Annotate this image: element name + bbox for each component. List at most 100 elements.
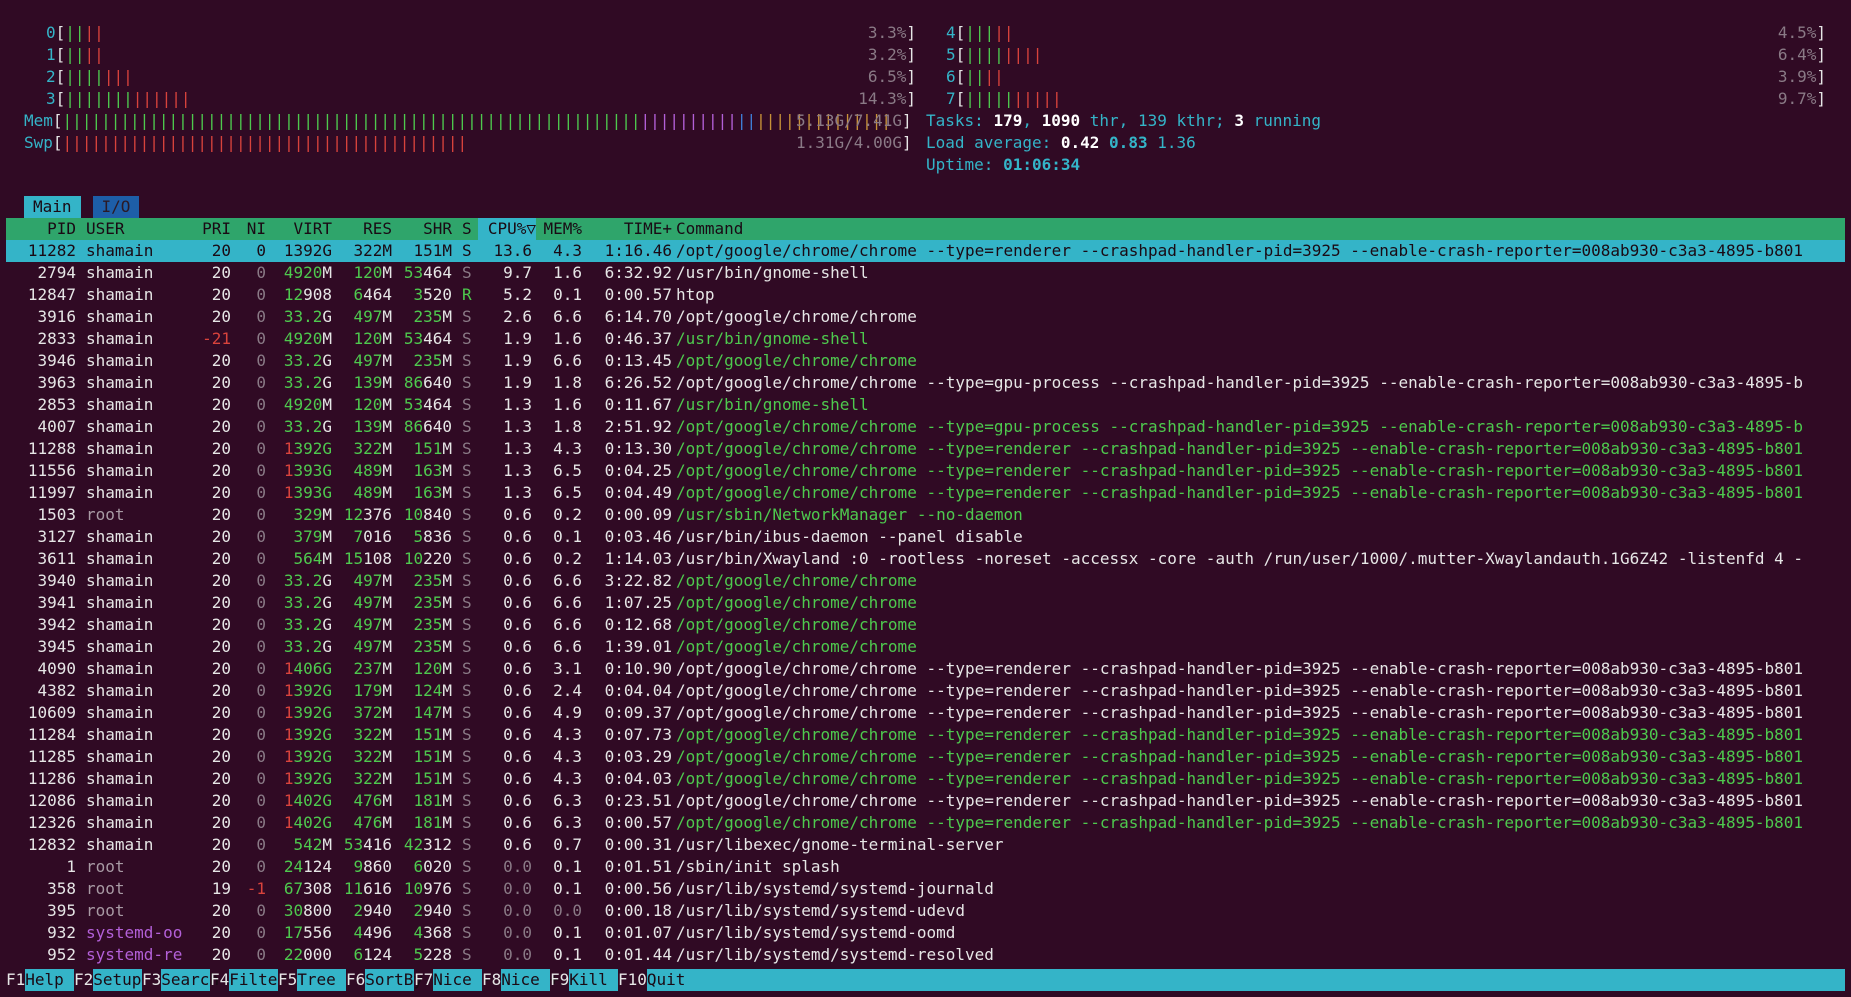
table-row[interactable]: 2833 shamain -21 0 4920M 120M 53464 S 1.9 1.6 0:46… [6, 328, 1845, 350]
cell-mem: 6.6 [553, 571, 582, 590]
col-ni[interactable]: NI [236, 218, 266, 240]
col-pri[interactable]: PRI [186, 218, 231, 240]
cell-ni: 0 [256, 571, 266, 590]
table-row[interactable]: 3916 shamain 20 0 33.2G 497M 235M S 2.6 6.6 6:14.7… [6, 306, 1845, 328]
table-row[interactable]: 12832 shamain 20 0 542M 53416 42312 S 0.6 0.7 0:00… [6, 834, 1845, 856]
table-row[interactable]: 3942 shamain 20 0 33.2G 497M 235M S 0.6 6.6 0:12.6… [6, 614, 1845, 636]
table-row[interactable]: 358 root 19 -1 67308 11616 10976 S 0.0 0.1 0:00.56… [6, 878, 1845, 900]
cell-shr: 181M [413, 791, 452, 810]
cell-cpu: 0.6 [503, 835, 532, 854]
table-row[interactable]: 11997 shamain 20 0 1393G 489M 163M S 1.3 6.5 0:04.… [6, 482, 1845, 504]
table-row[interactable]: 12326 shamain 20 0 1402G 476M 181M S 0.6 6.3 0:00.… [6, 812, 1845, 834]
cell-res: 497M [353, 637, 392, 656]
col-virt[interactable]: VIRT [266, 218, 332, 240]
cell-ni: 0 [256, 351, 266, 370]
cell-st: S [462, 263, 472, 282]
cpu-bars: |||| [965, 67, 1004, 86]
fkey-key: F1 [6, 970, 26, 989]
table-row[interactable]: 12086 shamain 20 0 1402G 476M 181M S 0.6 6.3 0:23.… [6, 790, 1845, 812]
fkey-search-button[interactable]: F3Search [142, 969, 219, 991]
table-row[interactable]: 11285 shamain 20 0 1392G 322M 151M S 0.6 4.3 0:03.… [6, 746, 1845, 768]
col-mem[interactable]: MEM% [532, 218, 582, 240]
table-row[interactable]: 3611 shamain 20 0 564M 15108 10220 S 0.6 0.2 1:14.… [6, 548, 1845, 570]
table-row-selected[interactable]: 11282 shamain 20 0 1392G 322M 151M S 13.6 4.3 1:16… [6, 240, 1845, 262]
fkey-setup-button[interactable]: F2Setup [74, 969, 143, 991]
cell-pid: 2794 [37, 263, 76, 282]
col-time[interactable]: TIME+ [592, 218, 672, 240]
table-row[interactable]: 11288 shamain 20 0 1392G 322M 151M S 1.3 4.3 0:13.… [6, 438, 1845, 460]
col-res[interactable]: RES [332, 218, 392, 240]
table-row[interactable]: 11286 shamain 20 0 1392G 322M 151M S 0.6 4.3 0:04.… [6, 768, 1845, 790]
table-row[interactable]: 3940 shamain 20 0 33.2G 497M 235M S 0.6 6.6 3:22.8… [6, 570, 1845, 592]
cell-user: systemd-re [86, 945, 183, 964]
fkey-help-button[interactable]: F1Help [6, 969, 75, 991]
table-row[interactable]: 3941 shamain 20 0 33.2G 497M 235M S 0.6 6.6 1:07.2… [6, 592, 1845, 614]
cell-st: S [462, 769, 472, 788]
cell-st: S [462, 703, 472, 722]
cell-user: shamain [86, 549, 154, 568]
cpu-label: 0 [46, 23, 56, 42]
cell-virt: 33.2G [283, 615, 332, 634]
fkey-kill-button[interactable]: F9Kill [550, 969, 619, 991]
col-shr[interactable]: SHR [392, 218, 452, 240]
table-row[interactable]: 3963 shamain 20 0 33.2G 139M 86640 S 1.9 1.8 6:26.… [6, 372, 1845, 394]
cell-res: 120M [353, 263, 392, 282]
fkey-sortby-button[interactable]: F6SortBy [346, 969, 423, 991]
cell-st: S [462, 417, 472, 436]
table-row[interactable]: 11284 shamain 20 0 1392G 322M 151M S 0.6 4.3 0:07.… [6, 724, 1845, 746]
cell-cmd: /usr/bin/ibus-daemon --panel disable [676, 527, 1023, 546]
table-row[interactable]: 10609 shamain 20 0 1392G 372M 147M S 0.6 4.9 0:09.… [6, 702, 1845, 724]
col-pid[interactable]: PID [6, 218, 76, 240]
tab-main[interactable]: Main [24, 196, 81, 218]
table-row[interactable]: 2853 shamain 20 0 4920M 120M 53464 S 1.3 1.6 0:11.… [6, 394, 1845, 416]
cell-shr: 235M [413, 351, 452, 370]
fkey-nice-button[interactable]: F7Nice - [414, 969, 491, 991]
table-row[interactable]: 4382 shamain 20 0 1392G 179M 124M S 0.6 2.4 0:04.0… [6, 680, 1845, 702]
col-state[interactable]: S [462, 218, 472, 240]
fkey-filter-button[interactable]: F4Filter [210, 969, 287, 991]
cell-pri: 20 [211, 307, 231, 326]
fkey-nice-button[interactable]: F8Nice + [482, 969, 560, 991]
cell-time: 0:23.51 [604, 791, 672, 810]
cell-user: shamain [86, 439, 154, 458]
table-row[interactable]: 3945 shamain 20 0 33.2G 497M 235M S 0.6 6.6 1:39.0… [6, 636, 1845, 658]
cell-virt: 379M [293, 527, 332, 546]
table-row[interactable]: 4007 shamain 20 0 33.2G 139M 86640 S 1.3 1.8 2:51.… [6, 416, 1845, 438]
cell-st: S [462, 901, 472, 920]
tab-io[interactable]: I/O [92, 196, 140, 218]
cell-virt: 33.2G [283, 593, 332, 612]
cell-virt: 33.2G [283, 417, 332, 436]
table-row[interactable]: 1 root 20 0 24124 9860 6020 S 0.0 0.1 0:01.51/sbin… [6, 856, 1845, 878]
col-user[interactable]: USER [86, 218, 125, 240]
cell-user: shamain [86, 747, 154, 766]
fkey-quit-button[interactable]: F10Quit [618, 969, 699, 991]
table-row[interactable]: 4090 shamain 20 0 1406G 237M 120M S 0.6 3.1 0:10.9… [6, 658, 1845, 680]
cell-mem: 6.6 [553, 593, 582, 612]
table-row[interactable]: 12847 shamain 20 0 12908 6464 3520 R 5.2 0.1 0:00.… [6, 284, 1845, 306]
cell-cmd: /opt/google/chrome/chrome --type=rendere… [676, 703, 1804, 722]
cell-virt: 1392G [283, 725, 332, 744]
table-row[interactable]: 952 systemd-re 20 0 22000 6124 5228 S 0.0 0.1 0:01… [6, 944, 1845, 966]
table-row[interactable]: 3946 shamain 20 0 33.2G 497M 235M S 1.9 6.6 0:13.4… [6, 350, 1845, 372]
cell-cpu: 0.0 [503, 857, 532, 876]
cell-ni: 0 [256, 417, 266, 436]
cell-cmd: /opt/google/chrome/chrome --type=rendere… [676, 659, 1804, 678]
col-command[interactable]: Command [676, 218, 743, 240]
table-row[interactable]: 395 root 20 0 30800 2940 2940 S 0.0 0.0 0:00.18/us… [6, 900, 1845, 922]
cell-res: 476M [353, 813, 392, 832]
table-row[interactable]: 3127 shamain 20 0 379M 7016 5836 S 0.6 0.1 0:03.46… [6, 526, 1845, 548]
cell-ni: 0 [256, 703, 266, 722]
table-row[interactable]: 932 systemd-oo 20 0 17556 4496 4368 S 0.0 0.1 0:01… [6, 922, 1845, 944]
col-cpu[interactable]: CPU%▽ [478, 218, 536, 240]
cell-st: S [462, 681, 472, 700]
cell-time: 0:00.57 [604, 813, 672, 832]
cell-cpu: 0.6 [503, 813, 532, 832]
table-row[interactable]: 2794 shamain 20 0 4920M 120M 53464 S 9.7 1.6 6:32.… [6, 262, 1845, 284]
cpu-percent: 3.2%] [867, 45, 916, 64]
table-row[interactable]: 11556 shamain 20 0 1393G 489M 163M S 1.3 6.5 0:04.… [6, 460, 1845, 482]
table-row[interactable]: 1503 root 20 0 329M 12376 10840 S 0.6 0.2 0:00.09/… [6, 504, 1845, 526]
cell-st: S [462, 571, 472, 590]
fkey-label: Nice + [501, 969, 560, 991]
cell-time: 0:03.46 [604, 527, 672, 546]
fkey-tree-button[interactable]: F5Tree [278, 969, 347, 991]
